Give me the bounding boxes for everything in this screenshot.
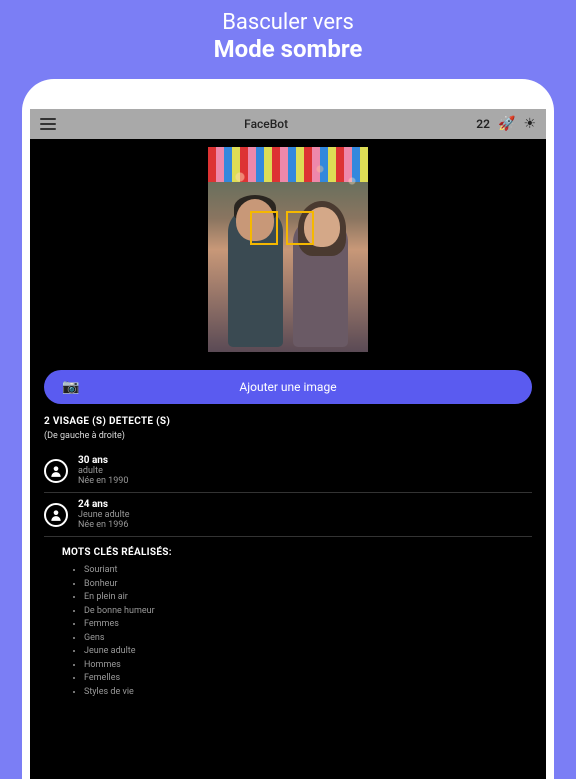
detection-subtitle: (De gauche à droite): [44, 431, 532, 441]
brightness-icon[interactable]: ☀: [523, 116, 536, 132]
face-info: 30 ans adulte Née en 1990: [78, 455, 128, 486]
toolbar: FaceBot 22 🚀 ☀: [30, 109, 546, 139]
keywords-list: Souriant Bonheur En plein air De bonne h…: [44, 564, 532, 699]
face-category: Jeune adulte: [78, 510, 130, 520]
credit-count: 22: [476, 117, 490, 131]
keyword-item: Femmes: [84, 618, 532, 632]
keyword-item: Jeune adulte: [84, 645, 532, 659]
device-frame: FaceBot 22 🚀 ☀ 📷 Ajouter une image 2 VIS…: [22, 79, 554, 779]
keyword-item: Styles de vie: [84, 686, 532, 700]
results-panel: 2 VISAGE (S) DÉTECTÉ (S) (De gauche à dr…: [30, 416, 546, 779]
keyword-item: Bonheur: [84, 578, 532, 592]
keyword-item: Femelles: [84, 672, 532, 686]
promo-line2: Mode sombre: [0, 35, 576, 63]
app-title: FaceBot: [64, 117, 468, 131]
keyword-item: De bonne humeur: [84, 605, 532, 619]
menu-icon[interactable]: [40, 118, 56, 130]
keyword-item: Gens: [84, 632, 532, 646]
face-result-row[interactable]: 30 ans adulte Née en 1990: [44, 449, 532, 493]
image-preview-area: [30, 139, 546, 360]
face-info: 24 ans Jeune adulte Née en 1996: [78, 499, 130, 530]
keyword-item: Souriant: [84, 564, 532, 578]
face-detection-box: [250, 211, 278, 245]
keyword-item: En plein air: [84, 591, 532, 605]
analyzed-photo[interactable]: [208, 147, 368, 352]
avatar-icon: [44, 459, 68, 483]
camera-icon: 📷: [62, 379, 79, 395]
face-born: Née en 1996: [78, 520, 130, 530]
app-screen: FaceBot 22 🚀 ☀ 📷 Ajouter une image 2 VIS…: [30, 109, 546, 779]
add-image-button[interactable]: 📷 Ajouter une image: [44, 370, 532, 404]
face-detection-box: [286, 211, 314, 245]
rocket-icon[interactable]: 🚀: [498, 116, 515, 132]
detection-title: 2 VISAGE (S) DÉTECTÉ (S): [44, 416, 532, 427]
promo-banner: Basculer vers Mode sombre: [0, 0, 576, 79]
face-age: 24 ans: [78, 499, 130, 510]
keyword-item: Hommes: [84, 659, 532, 673]
promo-line1: Basculer vers: [0, 10, 576, 35]
face-category: adulte: [78, 466, 128, 476]
face-born: Née en 1990: [78, 476, 128, 486]
face-age: 30 ans: [78, 455, 128, 466]
avatar-icon: [44, 503, 68, 527]
keywords-title: MOTS CLÉS RÉALISÉS:: [62, 547, 532, 558]
face-result-row[interactable]: 24 ans Jeune adulte Née en 1996: [44, 493, 532, 537]
add-image-label: Ajouter une image: [239, 380, 336, 394]
